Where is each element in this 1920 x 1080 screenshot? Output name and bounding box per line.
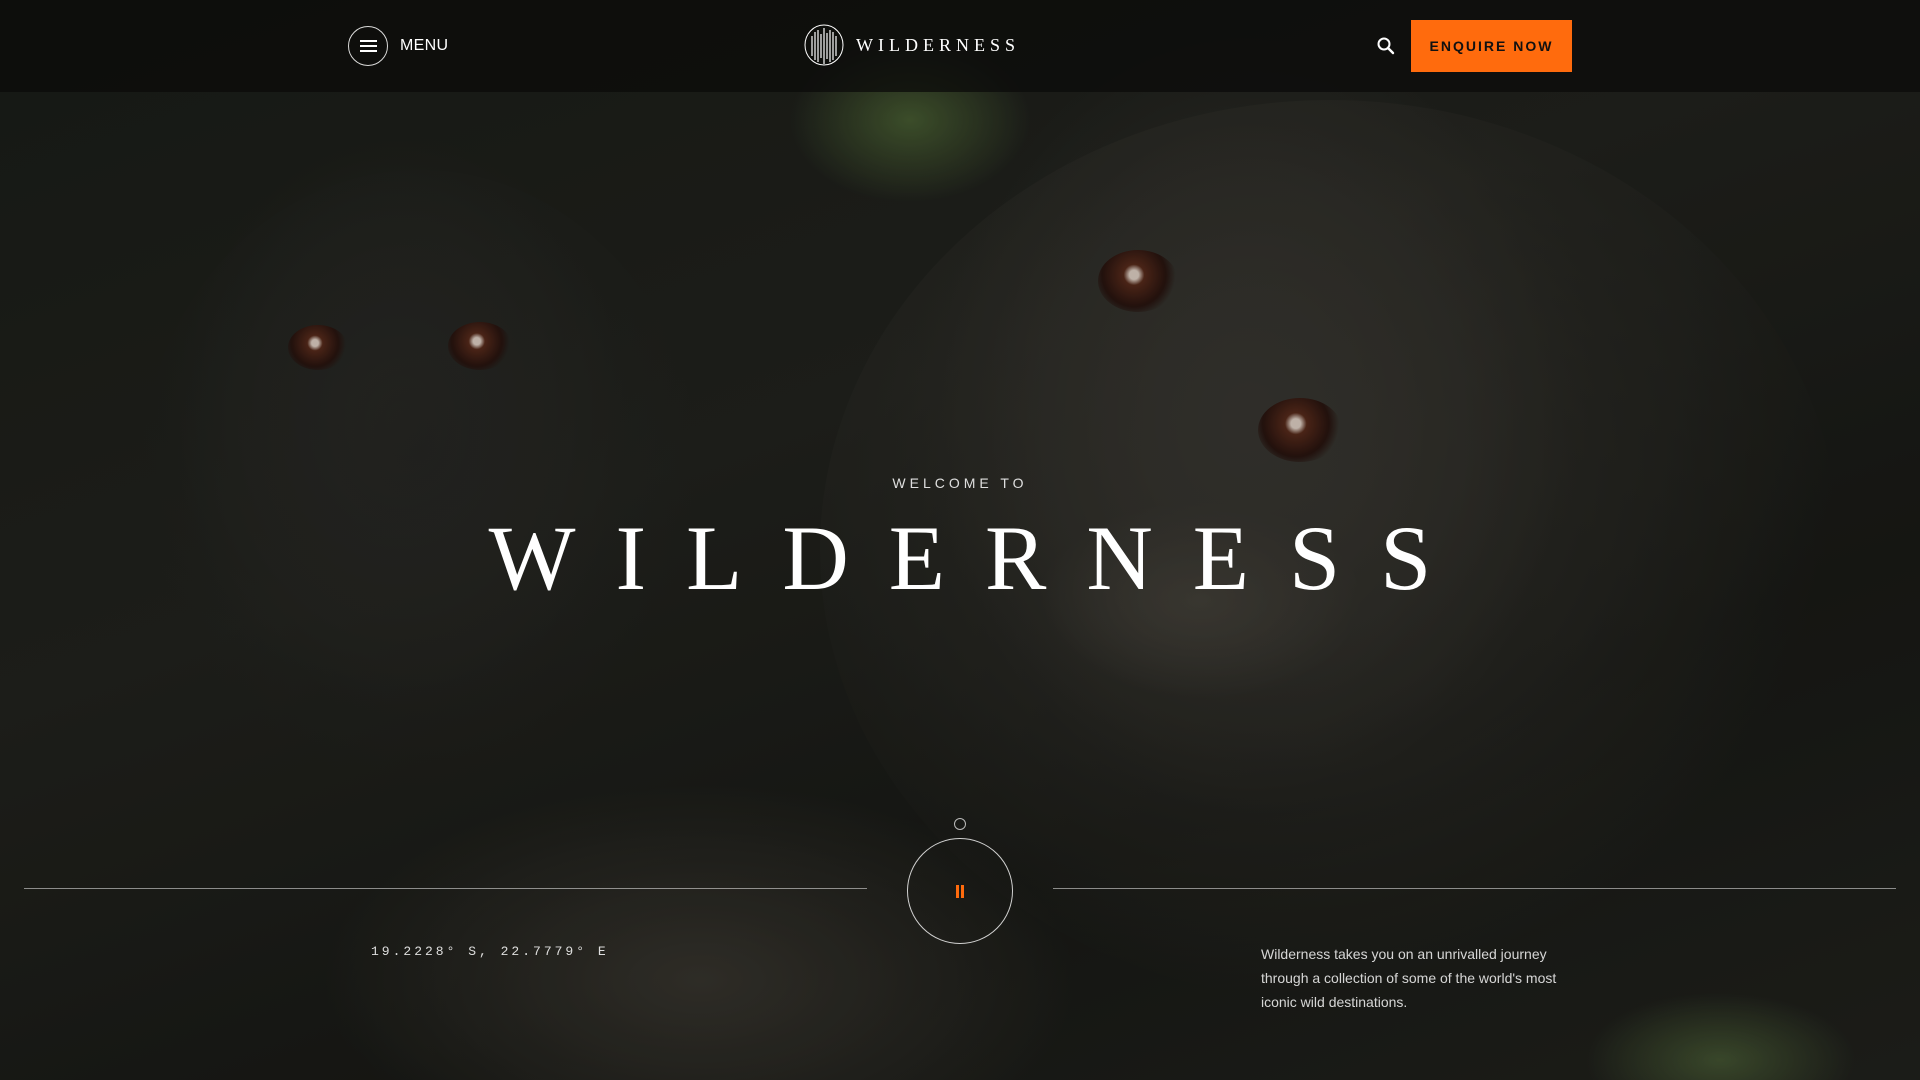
- site-header: MENU WILDERNESS ENQUIRE NOW: [0, 0, 1920, 92]
- hamburger-icon[interactable]: [359, 40, 377, 52]
- hero-title: WILDERNESS: [488, 507, 1472, 609]
- menu-button[interactable]: MENU: [348, 26, 448, 66]
- hero-eyebrow: WELCOME TO: [892, 475, 1028, 491]
- divider-line-left: [24, 888, 867, 889]
- video-pause-button[interactable]: [907, 838, 1013, 944]
- location-coordinates: 19.2228° S, 22.7779° E: [371, 944, 609, 959]
- intro-description: Wilderness takes you on an unrivalled jo…: [1261, 946, 1557, 1010]
- pause-icon[interactable]: [955, 884, 965, 898]
- scroll-indicator-dot: [954, 818, 966, 830]
- enquire-now-button[interactable]: ENQUIRE NOW: [1411, 20, 1572, 72]
- site-logo[interactable]: WILDERNESS: [804, 24, 1020, 66]
- logo-text: WILDERNESS: [856, 34, 1020, 55]
- search-icon[interactable]: [1374, 34, 1398, 58]
- wilderness-logo-icon: [804, 24, 844, 66]
- divider-line-right: [1053, 888, 1896, 889]
- search-button[interactable]: [1374, 34, 1398, 58]
- menu-circle[interactable]: [348, 26, 388, 66]
- menu-label[interactable]: MENU: [400, 37, 448, 55]
- hero-video-background: MENU WILDERNESS ENQUIRE NOW WELCOME TO W…: [0, 0, 1920, 1080]
